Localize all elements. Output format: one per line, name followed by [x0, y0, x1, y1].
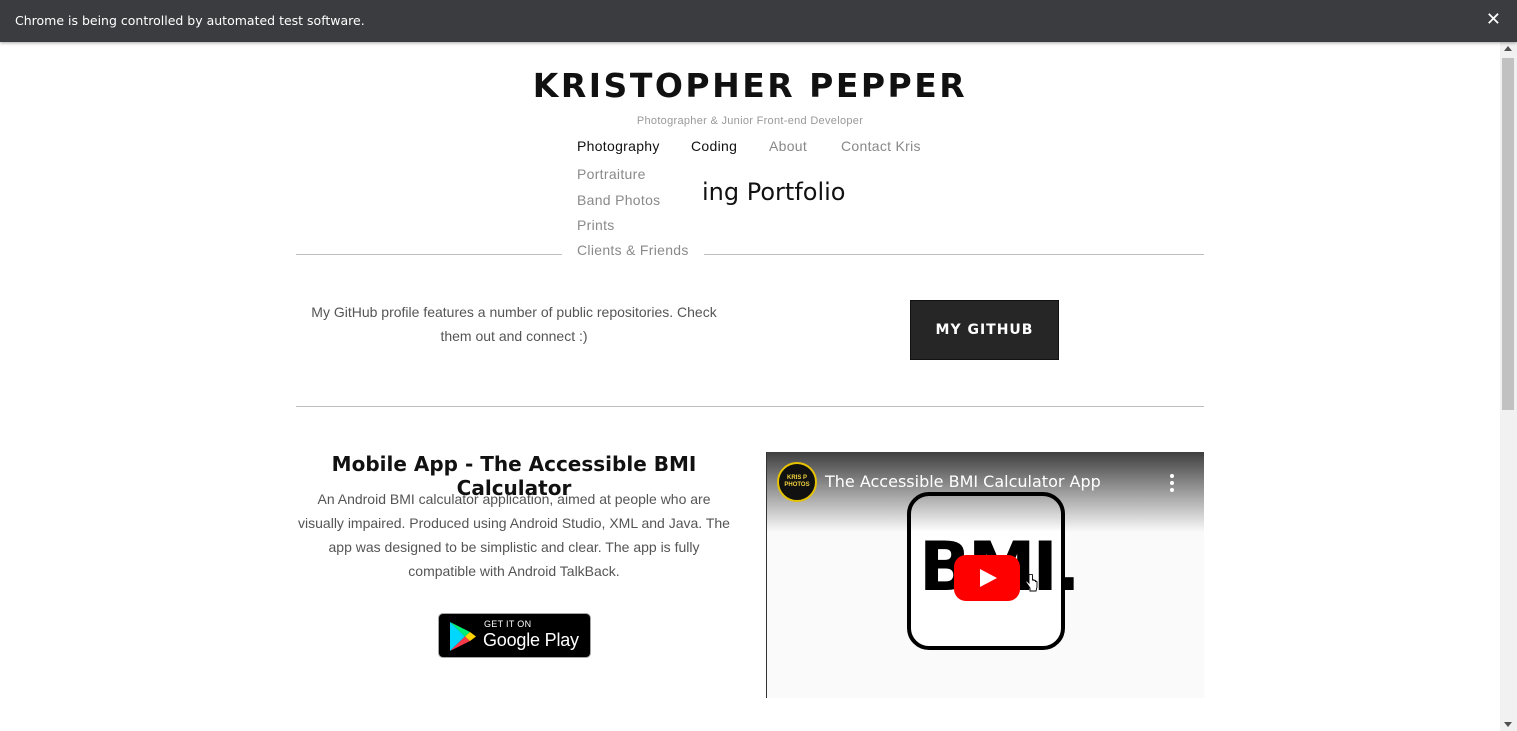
video-title-shade: [767, 452, 1204, 532]
submenu-item-clients-friends[interactable]: Clients & Friends: [577, 242, 689, 258]
site-tagline: Photographer & Junior Front-end Develope…: [636, 115, 864, 127]
youtube-video-embed[interactable]: BMI. KRIS P PHOTOS The Accessible BMI Ca…: [766, 452, 1204, 698]
github-description: My GitHub profile features a number of p…: [311, 304, 717, 344]
google-play-icon: [450, 622, 476, 651]
submenu-item-portraiture[interactable]: Portraiture: [577, 166, 646, 182]
github-button[interactable]: MY GITHUB: [910, 300, 1059, 360]
scroll-down-icon[interactable]: [1504, 722, 1512, 727]
submenu-item-prints[interactable]: Prints: [577, 217, 615, 233]
automation-banner: Chrome is being controlled by automated …: [0, 0, 1517, 42]
app-description: An Android BMI calculator application, a…: [298, 491, 730, 579]
nav-item-coding[interactable]: Coding: [691, 138, 737, 154]
scrollbar-thumb[interactable]: [1502, 58, 1514, 410]
video-title[interactable]: The Accessible BMI Calculator App: [825, 472, 1101, 491]
section-divider: [296, 406, 1204, 407]
scroll-up-icon[interactable]: [1504, 46, 1512, 51]
hand-cursor-icon: [1025, 574, 1038, 592]
page-scrollbar[interactable]: [1500, 42, 1517, 731]
nav-item-photography[interactable]: Photography: [577, 138, 660, 154]
nav-item-about[interactable]: About: [769, 138, 807, 154]
automation-banner-message: Chrome is being controlled by automated …: [15, 13, 365, 28]
main-nav: Photography Coding About Contact Kris: [0, 138, 1500, 158]
badge-small-text: GET IT ON: [484, 619, 532, 629]
badge-big-text: Google Play: [483, 630, 579, 650]
page-title: ing Portfolio: [702, 178, 846, 206]
play-button-icon[interactable]: [954, 555, 1020, 601]
close-icon[interactable]: ✕: [1486, 9, 1501, 29]
divider-right: [704, 254, 1204, 255]
nav-item-contact[interactable]: Contact Kris: [841, 138, 921, 154]
channel-avatar[interactable]: KRIS P PHOTOS: [777, 462, 817, 502]
channel-avatar-text: KRIS P PHOTOS: [784, 475, 810, 488]
site-title[interactable]: KRISTOPHER PEPPER: [0, 66, 1500, 105]
google-play-badge[interactable]: GET IT ON Google Play: [438, 613, 591, 658]
more-options-icon[interactable]: [1170, 474, 1174, 495]
divider-left: [296, 254, 562, 255]
submenu-item-band-photos[interactable]: Band Photos: [577, 192, 661, 208]
